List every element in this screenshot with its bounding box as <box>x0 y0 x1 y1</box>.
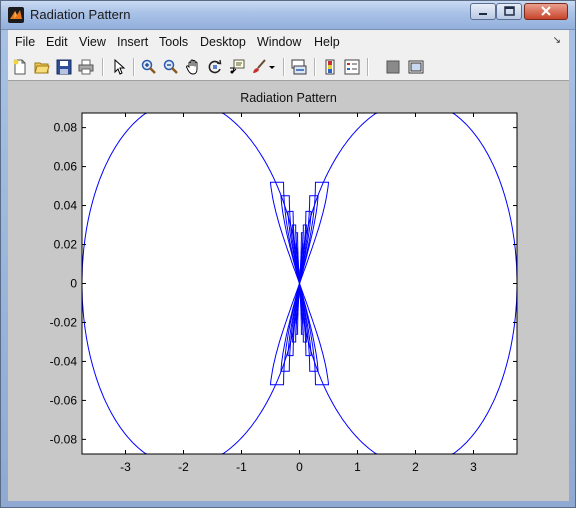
zoom-in-icon <box>141 59 156 74</box>
show-plot-tools-button[interactable] <box>406 57 426 77</box>
minimize-button[interactable] <box>470 3 496 20</box>
dock-arrow-icon[interactable]: ↘ <box>553 35 561 46</box>
y-tick-label: 0 <box>70 277 77 291</box>
menu-bar: File Edit View Insert Tools Desktop Wind… <box>8 30 569 55</box>
y-tick-label: -0.02 <box>50 315 78 329</box>
menu-edit[interactable]: Edit <box>46 35 68 49</box>
brush-button[interactable] <box>249 57 269 77</box>
show-plot-tools-icon <box>408 60 424 74</box>
insert-legend-icon <box>344 59 360 75</box>
rotate-3d-button[interactable] <box>205 57 225 77</box>
maximize-button[interactable] <box>496 3 522 20</box>
brush-icon <box>253 59 266 73</box>
menu-window[interactable]: Window <box>257 35 301 49</box>
matlab-figure-window: Radiation Pattern File Edit View Insert … <box>0 0 576 508</box>
hide-plot-tools-icon <box>386 60 400 74</box>
x-tick-label: -3 <box>120 460 131 474</box>
zoom-out-button[interactable] <box>161 57 181 77</box>
figure-canvas: Radiation Pattern -3 -2 -1 0 1 2 3 0.08 0.06 0.04… <box>8 81 569 501</box>
menu-desktop[interactable]: Desktop <box>200 35 246 49</box>
y-tick-label: 0.02 <box>54 238 78 252</box>
maximize-icon <box>504 6 515 16</box>
menu-tools[interactable]: Tools <box>159 35 188 49</box>
toolbar-separator <box>367 58 369 76</box>
data-cursor-button[interactable] <box>227 57 247 77</box>
x-tick-label: 1 <box>354 460 361 474</box>
x-tick-label: 2 <box>412 460 419 474</box>
y-tick-label: -0.04 <box>50 354 78 368</box>
figure-client-area: File Edit View Insert Tools Desktop Wind… <box>8 30 569 501</box>
y-tick-label: -0.08 <box>50 432 78 446</box>
save-button[interactable] <box>54 57 74 77</box>
brush-menu-button[interactable] <box>267 57 277 77</box>
y-tick-label: -0.06 <box>50 393 78 407</box>
x-tick-label: -1 <box>236 460 247 474</box>
toolbar-separator <box>283 58 285 76</box>
matlab-app-icon <box>8 7 24 23</box>
open-file-button[interactable] <box>32 57 52 77</box>
edit-plot-button[interactable] <box>109 57 129 77</box>
print-button[interactable] <box>76 57 96 77</box>
insert-colorbar-icon <box>325 59 335 75</box>
close-button[interactable] <box>524 3 568 20</box>
title-bar[interactable]: Radiation Pattern <box>1 1 575 30</box>
toolbar-separator <box>102 58 104 76</box>
data-cursor-icon <box>230 59 245 74</box>
close-icon <box>541 6 551 16</box>
menu-file[interactable]: File <box>15 35 35 49</box>
print-icon <box>78 59 94 75</box>
hide-plot-tools-button[interactable] <box>383 57 403 77</box>
zoom-out-icon <box>163 59 178 74</box>
y-tick-label: 0.04 <box>54 199 78 213</box>
new-figure-button[interactable] <box>10 57 30 77</box>
brush-menu-icon <box>269 66 275 69</box>
link-plot-icon <box>291 59 307 75</box>
new-figure-icon <box>13 59 26 75</box>
menu-help[interactable]: Help <box>314 35 340 49</box>
zoom-in-button[interactable] <box>139 57 159 77</box>
figure-toolbar <box>8 54 569 81</box>
open-file-icon <box>34 62 50 74</box>
radiation-pattern-chart[interactable]: -3 -2 -1 0 1 2 3 0.08 0.06 0.04 0.02 0 -0.02 -0.04 -0.… <box>8 81 569 501</box>
toolbar-separator <box>133 58 135 76</box>
link-plot-button[interactable] <box>289 57 309 77</box>
x-tick-label: 0 <box>296 460 303 474</box>
menu-view[interactable]: View <box>79 35 106 49</box>
rotate-3d-icon <box>208 59 222 74</box>
y-tick-label: 0.06 <box>54 160 78 174</box>
menu-insert[interactable]: Insert <box>117 35 148 49</box>
insert-colorbar-button[interactable] <box>320 57 340 77</box>
toolbar-separator <box>314 58 316 76</box>
save-icon <box>56 59 72 75</box>
x-tick-label: 3 <box>470 460 477 474</box>
pan-button[interactable] <box>183 57 203 77</box>
y-tick-label: 0.08 <box>54 121 78 135</box>
x-tick-label: -2 <box>178 460 189 474</box>
minimize-icon <box>479 13 487 15</box>
edit-plot-icon <box>114 59 126 75</box>
pan-icon <box>186 59 198 75</box>
insert-legend-button[interactable] <box>342 57 362 77</box>
window-title: Radiation Pattern <box>30 7 131 22</box>
